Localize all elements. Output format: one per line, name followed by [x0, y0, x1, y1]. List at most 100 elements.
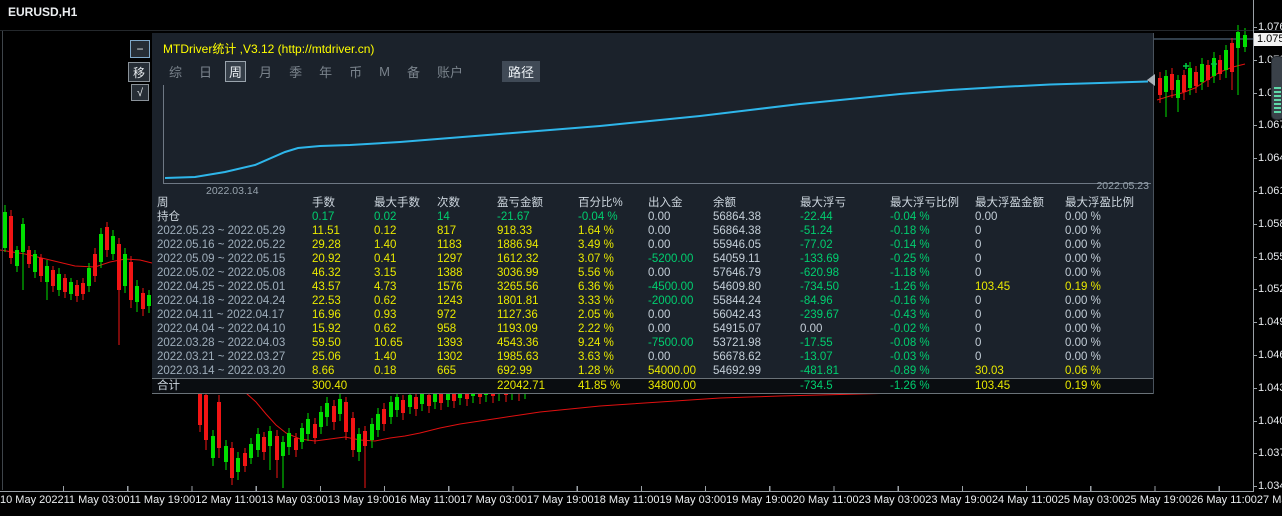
table-cell: 0.00 % [1065, 239, 1101, 251]
table-cell: 2.22 % [578, 323, 614, 335]
table-cell: 0.18 [374, 365, 397, 377]
table-cell: 54915.07 [713, 323, 761, 335]
table-cell: 1193.09 [497, 323, 538, 335]
time-axis-label: 25 May 19:00 [1124, 494, 1192, 506]
table-cell: 0 [975, 225, 982, 237]
table-cell: 43.57 [312, 281, 341, 293]
table-cell: 0.00 [648, 323, 671, 335]
price-axis-label: 1.06745 [1253, 119, 1282, 131]
price-axis-label: 1.05835 [1253, 218, 1282, 230]
time-axis-label: 23 May 19:00 [925, 494, 992, 506]
table-cell: 0.00 [975, 211, 998, 223]
column-header: 最大手数 [374, 197, 420, 209]
table-cell: 56864.38 [713, 211, 761, 223]
table-cell: 1393 [437, 337, 463, 349]
apply-button[interactable]: √ [131, 84, 149, 101]
table-cell: -0.14 % [890, 239, 930, 251]
table-cell: 41.85 % [578, 380, 621, 392]
table-cell: 15.92 [312, 323, 341, 335]
table-cell: 56678.62 [713, 351, 761, 363]
time-axis-label: 19 May 19:00 [726, 494, 793, 506]
time-axis-label: 20 May 11:00 [792, 494, 859, 506]
table-cell: 0.12 [374, 225, 397, 237]
table-cell: 1183 [437, 239, 462, 251]
table-cell: -0.04 % [890, 211, 930, 223]
time-axis-label: 16 May 11:00 [394, 494, 461, 506]
table-cell: 1576 [437, 281, 463, 293]
table-cell: 3036.99 [497, 267, 539, 279]
table-row: 2022.03.21 ~ 2022.03.27 25.06 1.40 1302 1985… [152, 350, 1153, 364]
table-cell: -0.16 % [890, 295, 930, 307]
time-axis-label: 23 May 03:00 [858, 494, 926, 506]
column-header: 百分比% [578, 197, 623, 209]
table-cell: 3.49 % [578, 239, 614, 251]
row-label: 2022.03.28 ~ 2022.04.03 [157, 337, 286, 349]
collapse-button[interactable]: − [130, 40, 150, 58]
table-cell: 5.56 % [578, 267, 614, 279]
price-axis-label: 1.07650 [1253, 21, 1282, 33]
move-button[interactable]: 移 [128, 62, 150, 82]
price-axis-label: 1.04925 [1253, 316, 1282, 328]
price-axis-line [1253, 0, 1254, 491]
table-cell: 4.73 [374, 281, 397, 293]
table-cell: 34800.00 [648, 380, 696, 392]
table-cell: 25.06 [312, 351, 341, 363]
table-cell: -22.44 [800, 211, 833, 223]
row-label: 2022.04.25 ~ 2022.05.01 [157, 281, 286, 293]
price-axis-label: 1.05530 [1253, 251, 1282, 263]
price-axis-label: 1.06135 [1253, 185, 1282, 197]
table-cell: 0.19 % [1065, 380, 1101, 392]
table-cell: 3.15 [374, 267, 397, 279]
table-cell: 57646.79 [713, 267, 761, 279]
table-cell: 54000.00 [648, 365, 696, 377]
table-cell: -481.81 [800, 365, 840, 377]
table-cell: -1.26 % [890, 281, 930, 293]
table-cell: 0 [975, 309, 982, 321]
table-cell: -0.18 % [890, 225, 930, 237]
table-cell: -1.18 % [890, 267, 930, 279]
table-total-row: 合计 300.40 22042.71 41.85 % 34800.00 -734.5 -1.… [152, 378, 1153, 394]
table-cell [369, 379, 432, 393]
table-cell: 14 [437, 211, 450, 223]
table-cell: 4543.36 [497, 337, 539, 349]
table-cell: 1801.81 [497, 295, 539, 307]
row-label: 持仓 [157, 211, 180, 223]
table-cell: 53721.98 [713, 337, 761, 349]
stats-panel: MTDriver统计 ,V3.12 (http://mtdriver.cn) 综… [152, 33, 1154, 394]
table-cell: 918.33 [497, 225, 533, 237]
table-cell: 1127.36 [497, 309, 538, 321]
table-cell: 0.41 [374, 253, 397, 265]
panel-edge-arrow-icon[interactable] [1147, 74, 1155, 86]
table-cell: 0 [975, 267, 982, 279]
time-axis-label: 18 May 11:00 [593, 494, 660, 506]
table-cell: -1.26 % [890, 380, 930, 392]
table-cell: 103.45 [975, 281, 1011, 293]
table-cell: 0.00 [648, 267, 671, 279]
edge-scrollbar[interactable] [1271, 56, 1282, 120]
table-cell: 0 [975, 295, 982, 307]
time-axis-label: 10 May 2022 [0, 494, 64, 506]
column-header: 出入金 [648, 197, 683, 209]
table-cell: 0 [975, 323, 982, 335]
table-cell: 54692.99 [713, 365, 761, 377]
table-cell: -0.04 % [578, 211, 618, 223]
table-cell: -4500.00 [648, 281, 694, 293]
table-cell: 0.00 [648, 225, 671, 237]
table-cell: 0.00 [648, 309, 671, 321]
time-axis-label: 11 May 19:00 [129, 494, 196, 506]
table-cell: 300.40 [312, 380, 348, 392]
price-axis-label: 1.03410 [1253, 480, 1282, 492]
table-cell: -0.89 % [890, 365, 930, 377]
table-cell: 0.17 [312, 211, 335, 223]
column-header: 余额 [713, 197, 736, 209]
equity-y-axis [163, 85, 164, 184]
table-cell: 0.00 % [1065, 253, 1101, 265]
column-header: 次数 [437, 197, 460, 209]
table-cell: 0.00 [800, 323, 823, 335]
table-cell: -734.5 [800, 380, 833, 392]
table-cell: 0.00 % [1065, 351, 1101, 363]
table-cell: -0.03 % [890, 351, 930, 363]
top-divider [0, 30, 1282, 31]
time-axis-label: 11 May 03:00 [63, 494, 130, 506]
table-cell: 0.62 [374, 323, 397, 335]
